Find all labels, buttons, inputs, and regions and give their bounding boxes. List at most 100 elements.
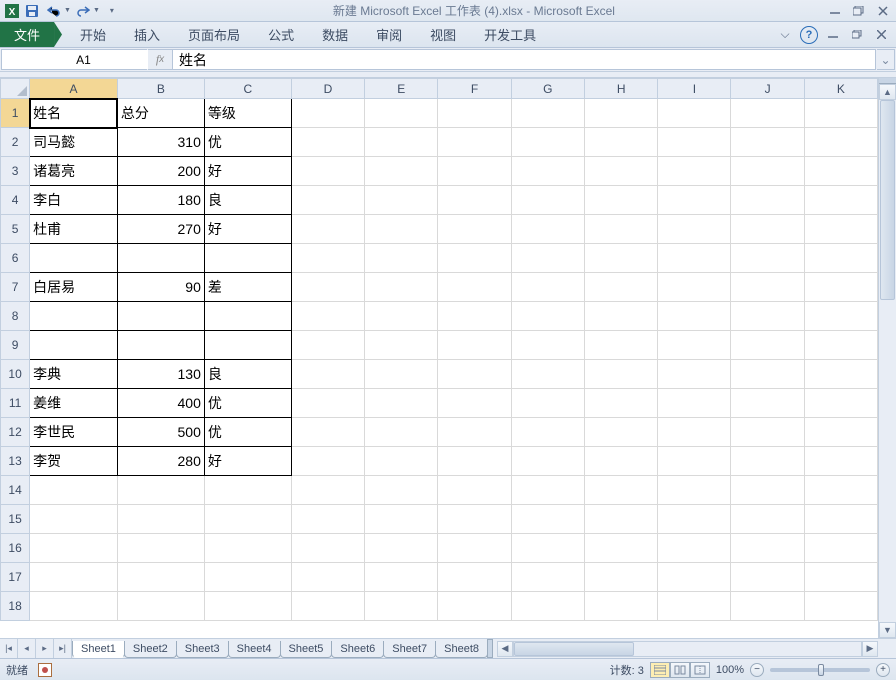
cell-I11[interactable]: [658, 389, 731, 418]
cell-D10[interactable]: [291, 360, 364, 389]
cell-I17[interactable]: [658, 563, 731, 592]
cell-G11[interactable]: [511, 389, 584, 418]
cell-A1[interactable]: 姓名: [30, 99, 118, 128]
cell-F11[interactable]: [438, 389, 511, 418]
cell-I8[interactable]: [658, 302, 731, 331]
cell-F16[interactable]: [438, 534, 511, 563]
cell-F7[interactable]: [438, 273, 511, 302]
cell-D1[interactable]: [291, 99, 364, 128]
cell-K17[interactable]: [804, 563, 877, 592]
row-header-11[interactable]: 11: [1, 389, 30, 418]
cell-K2[interactable]: [804, 128, 877, 157]
cell-D6[interactable]: [291, 244, 364, 273]
cell-C7[interactable]: 差: [204, 273, 291, 302]
cell-A14[interactable]: [30, 476, 118, 505]
cell-H7[interactable]: [585, 273, 658, 302]
cell-H18[interactable]: [585, 592, 658, 621]
cell-D13[interactable]: [291, 447, 364, 476]
cell-I7[interactable]: [658, 273, 731, 302]
cell-H1[interactable]: [585, 99, 658, 128]
cell-J14[interactable]: [731, 476, 804, 505]
col-header-J[interactable]: J: [731, 79, 804, 99]
cell-E9[interactable]: [365, 331, 438, 360]
cell-B14[interactable]: [117, 476, 204, 505]
cell-B10[interactable]: 130: [117, 360, 204, 389]
cell-D11[interactable]: [291, 389, 364, 418]
save-icon[interactable]: [22, 2, 42, 20]
sheet-tab-sheet2[interactable]: Sheet2: [124, 641, 177, 658]
scroll-up-icon[interactable]: ▲: [879, 84, 896, 100]
cell-C9[interactable]: [204, 331, 291, 360]
cell-E12[interactable]: [365, 418, 438, 447]
cell-C16[interactable]: [204, 534, 291, 563]
cell-F17[interactable]: [438, 563, 511, 592]
cell-D16[interactable]: [291, 534, 364, 563]
cell-K7[interactable]: [804, 273, 877, 302]
cell-C4[interactable]: 良: [204, 186, 291, 215]
formula-bar-expand-icon[interactable]: ⌄: [877, 49, 895, 70]
cell-C15[interactable]: [204, 505, 291, 534]
cell-E16[interactable]: [365, 534, 438, 563]
cell-B9[interactable]: [117, 331, 204, 360]
sheet-tab-sheet3[interactable]: Sheet3: [176, 641, 229, 658]
cell-E6[interactable]: [365, 244, 438, 273]
ribbon-min-icon[interactable]: ⌵: [776, 27, 794, 43]
cell-A6[interactable]: [30, 244, 118, 273]
cell-A15[interactable]: [30, 505, 118, 534]
row-header-4[interactable]: 4: [1, 186, 30, 215]
cell-F18[interactable]: [438, 592, 511, 621]
cell-B4[interactable]: 180: [117, 186, 204, 215]
undo-dropdown-icon[interactable]: ▼: [64, 7, 71, 14]
cell-D14[interactable]: [291, 476, 364, 505]
cell-A4[interactable]: 李白: [30, 186, 118, 215]
col-header-D[interactable]: D: [291, 79, 364, 99]
cell-F15[interactable]: [438, 505, 511, 534]
ribbon-tab-4[interactable]: 数据: [308, 22, 362, 47]
cell-F3[interactable]: [438, 157, 511, 186]
cell-K16[interactable]: [804, 534, 877, 563]
ribbon-tab-5[interactable]: 审阅: [362, 22, 416, 47]
cell-J16[interactable]: [731, 534, 804, 563]
cell-A11[interactable]: 姜维: [30, 389, 118, 418]
ribbon-tab-6[interactable]: 视图: [416, 22, 470, 47]
sheet-prev-icon[interactable]: ◂: [18, 639, 36, 658]
sheet-tab-sheet5[interactable]: Sheet5: [280, 641, 333, 658]
cell-E7[interactable]: [365, 273, 438, 302]
cell-F12[interactable]: [438, 418, 511, 447]
cell-G14[interactable]: [511, 476, 584, 505]
cell-G16[interactable]: [511, 534, 584, 563]
col-header-B[interactable]: B: [117, 79, 204, 99]
cell-G6[interactable]: [511, 244, 584, 273]
cell-I12[interactable]: [658, 418, 731, 447]
cell-B8[interactable]: [117, 302, 204, 331]
cell-F1[interactable]: [438, 99, 511, 128]
cell-D5[interactable]: [291, 215, 364, 244]
vertical-scrollbar[interactable]: ▲ ▼: [878, 78, 896, 638]
cell-G13[interactable]: [511, 447, 584, 476]
row-header-14[interactable]: 14: [1, 476, 30, 505]
cell-E8[interactable]: [365, 302, 438, 331]
cell-C10[interactable]: 良: [204, 360, 291, 389]
cell-F10[interactable]: [438, 360, 511, 389]
undo-icon[interactable]: [44, 2, 64, 20]
help-icon[interactable]: ?: [800, 26, 818, 44]
cell-F14[interactable]: [438, 476, 511, 505]
cell-A17[interactable]: [30, 563, 118, 592]
cell-D17[interactable]: [291, 563, 364, 592]
cell-C2[interactable]: 优: [204, 128, 291, 157]
cell-E10[interactable]: [365, 360, 438, 389]
workbook-min-icon[interactable]: [824, 27, 842, 43]
cell-E3[interactable]: [365, 157, 438, 186]
restore-button[interactable]: [850, 4, 868, 18]
scroll-thumb-v[interactable]: [880, 100, 895, 300]
cell-K11[interactable]: [804, 389, 877, 418]
sheet-split-handle[interactable]: [487, 639, 493, 658]
cell-F2[interactable]: [438, 128, 511, 157]
cell-C14[interactable]: [204, 476, 291, 505]
cell-B5[interactable]: 270: [117, 215, 204, 244]
cell-H13[interactable]: [585, 447, 658, 476]
row-header-13[interactable]: 13: [1, 447, 30, 476]
cell-B15[interactable]: [117, 505, 204, 534]
ribbon-tab-3[interactable]: 公式: [254, 22, 308, 47]
cell-J11[interactable]: [731, 389, 804, 418]
